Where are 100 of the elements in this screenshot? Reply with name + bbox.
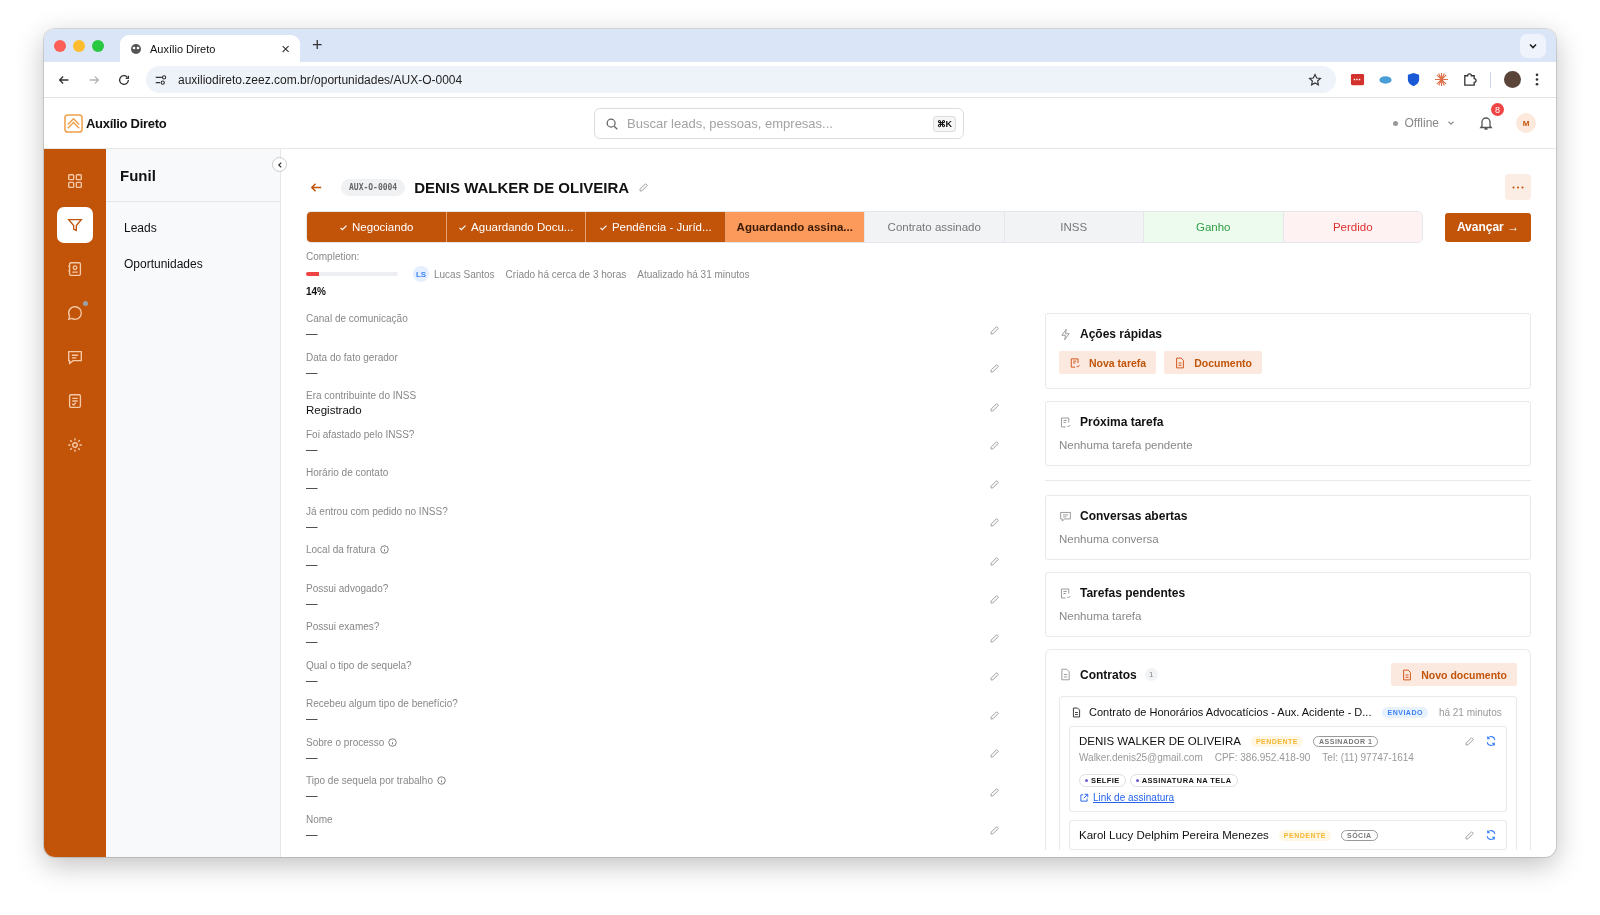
user-avatar[interactable]: M [1516,113,1536,133]
card-title: Contratos [1080,667,1137,682]
chat-icon [1059,509,1072,523]
sunburst-icon[interactable] [1434,72,1449,87]
pipeline-stage[interactable]: INSS [1004,212,1144,242]
browser-tab[interactable]: Auxílio Direto × [120,35,300,62]
settings-icon [66,436,84,454]
brand-name: Auxílio Direto [86,115,167,131]
bell-icon[interactable] [1478,115,1494,131]
field-value: Registrado [306,404,362,417]
pencil-icon[interactable] [1464,829,1475,841]
card-title: Próxima tarefa [1080,415,1164,429]
puzzle-icon[interactable] [1462,72,1477,87]
pencil-icon[interactable] [989,363,1000,375]
signer-phone: Tel: (11) 97747-1614 [1322,752,1414,763]
chevron-left-icon [275,160,284,169]
more-button[interactable] [1505,174,1531,200]
info-icon[interactable] [388,737,398,747]
info-icon[interactable] [436,776,446,786]
pencil-icon[interactable] [989,440,1000,452]
new-task-button[interactable]: Nova tarefa [1059,351,1157,374]
pencil-icon[interactable] [989,478,1000,490]
pencil-icon[interactable] [989,709,1000,721]
field-value: — [306,327,318,340]
star-icon[interactable] [1308,72,1322,87]
field-value: — [306,596,318,609]
pencil-icon[interactable] [989,324,1000,336]
close-tab-button[interactable]: × [281,40,290,57]
pipeline-stage[interactable]: Contrato assinado [865,212,1005,242]
grid-icon [66,172,84,190]
lightning-icon [1059,327,1072,341]
new-document-button[interactable]: Novo documento [1391,663,1517,686]
pipeline-stage[interactable]: Negociando [307,212,447,242]
pencil-icon[interactable] [989,555,1000,567]
refresh-icon[interactable] [1485,829,1497,841]
field-value: — [306,635,318,648]
field-label: Qual o tipo de sequela? [306,659,412,671]
field-label: Nome [306,813,333,825]
pencil-icon[interactable] [638,181,650,193]
pipeline-stage[interactable]: Aguardando Docu... [446,212,586,242]
field-value: — [306,365,318,378]
refresh-icon[interactable] [1485,735,1497,747]
address-bar[interactable]: auxiliodireto.zeez.com.br/oportunidades/AUX-O-0004 [146,66,1336,93]
logo-icon [64,113,83,133]
pipeline-stage[interactable]: Perdido [1283,212,1422,242]
tab-search-button[interactable] [1520,33,1546,58]
field-value: — [306,750,318,763]
field-label: Possui advogado? [306,582,389,594]
reload-icon[interactable] [117,72,131,87]
pencil-icon[interactable] [989,786,1000,798]
pencil-icon[interactable] [989,825,1000,837]
field-label: Recebeu algum tipo de benefício? [306,698,458,710]
pencil-icon[interactable] [1464,735,1475,747]
notification-badge: 8 [1491,103,1504,116]
sidebar-item[interactable]: Leads [114,212,272,244]
profile-avatar[interactable] [1504,71,1521,88]
empty-state-text: Nenhuma conversa [1059,533,1160,545]
created-time: Criado há cerca de 3 horas [505,268,627,280]
updated-time: Atualizado há 31 minutos [637,268,750,280]
pipeline-stage[interactable]: Aguardando assina... [725,212,865,242]
field-value: — [306,442,318,455]
site-settings-icon[interactable] [154,72,168,87]
extension-icon[interactable] [1350,72,1365,87]
field-label: Possui exames? [306,621,380,633]
shield-icon[interactable] [1406,72,1421,87]
pencil-icon[interactable] [989,401,1000,413]
search-icon [605,116,619,131]
nav-button[interactable] [57,207,93,243]
pencil-icon[interactable] [989,748,1000,760]
favicon-icon [130,42,142,55]
new-tab-button[interactable]: + [312,35,323,56]
field-value: — [306,673,318,686]
task-icon [1059,415,1072,429]
count-badge: 1 [1144,668,1158,681]
pencil-icon[interactable] [989,632,1000,644]
zoom-window-button[interactable] [92,39,104,52]
contract-title[interactable]: Contrato de Honorários Advocatícios - Aux. Acidente - D... [1089,706,1372,718]
kebab-menu-icon[interactable] [1534,72,1540,87]
external-link-icon [1079,792,1089,803]
completion-label: Completion: [306,251,361,262]
status-dropdown[interactable]: Offline [1392,116,1456,130]
close-window-button[interactable] [54,39,66,52]
field-label: Horário de contato [306,467,389,479]
tab-title: Auxílio Direto [150,42,217,55]
collapse-sidebar-button[interactable] [272,157,287,172]
advance-button[interactable]: Avançar → [1445,212,1531,242]
pencil-icon[interactable] [989,517,1000,529]
card-title: Ações rápidas [1080,327,1163,341]
info-icon[interactable] [379,545,389,555]
task-icon [1069,356,1081,369]
pipeline-stage[interactable]: Ganho [1144,212,1284,242]
sidebar-title: Funil [120,166,156,184]
pencil-icon[interactable] [989,671,1000,683]
pencil-icon[interactable] [989,594,1000,606]
field-value: — [306,789,318,802]
document-button[interactable]: Documento [1164,351,1262,374]
pipeline-stage[interactable]: Pendência - Juríd... [586,212,726,242]
sidebar-item[interactable]: Oportunidades [114,248,272,280]
field-label: Canal de comunicação [306,313,408,325]
signature-link[interactable]: Link de assinatura [1093,792,1175,803]
